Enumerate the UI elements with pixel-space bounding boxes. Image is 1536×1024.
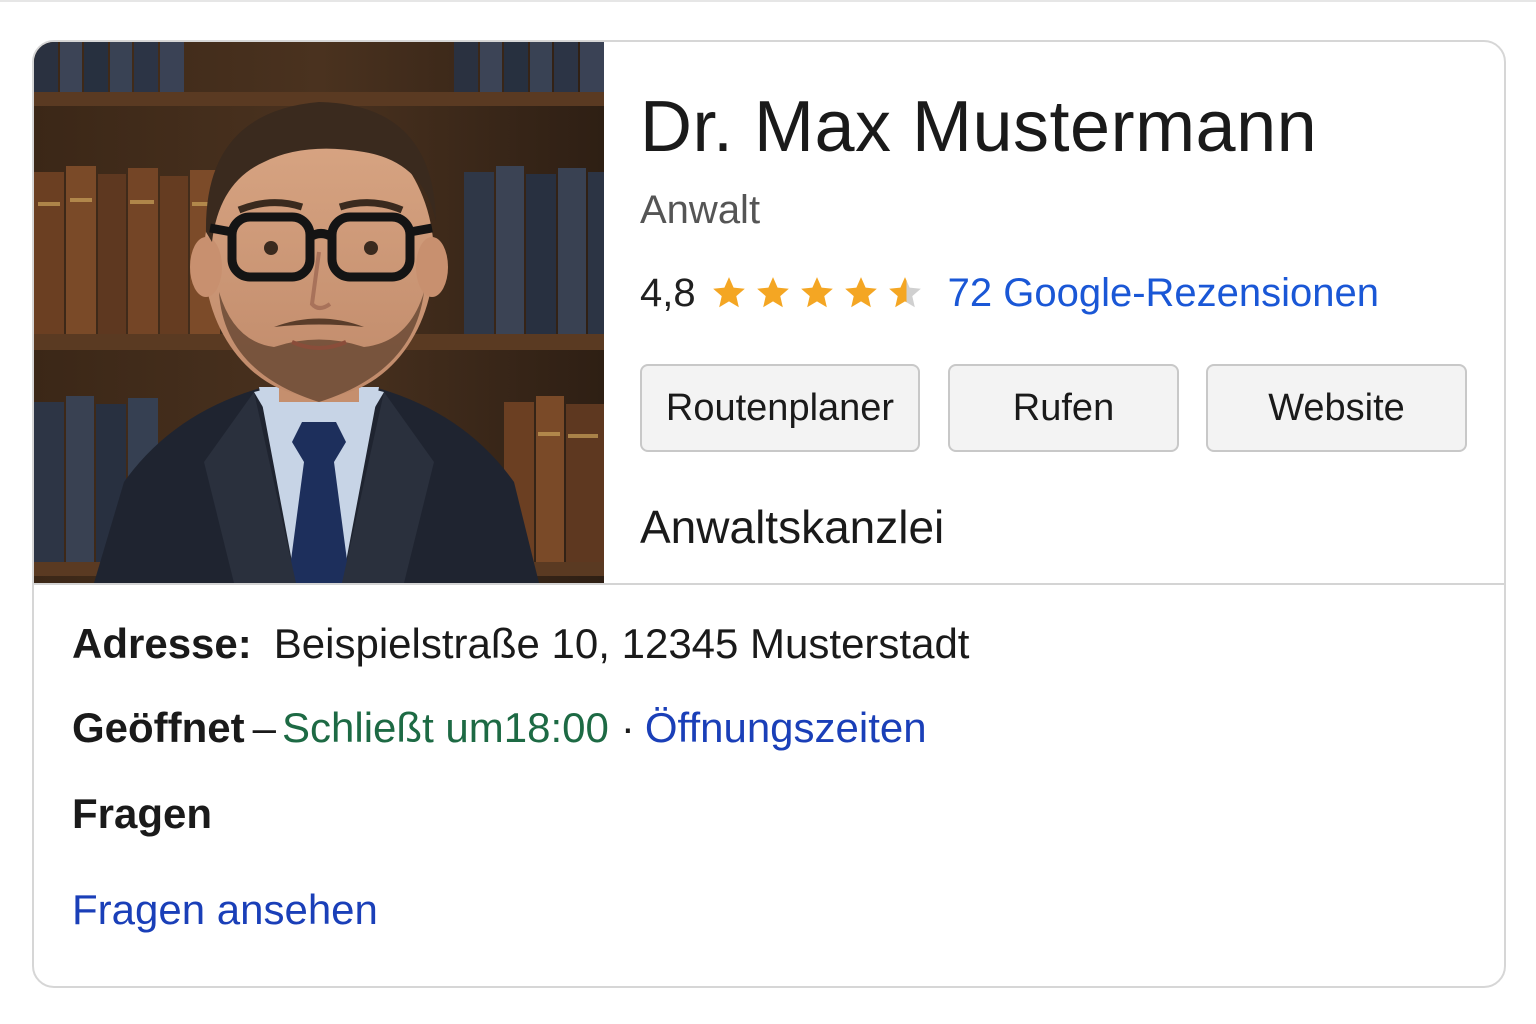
route-planner-button[interactable]: Routenplaner: [640, 364, 920, 452]
hours-dot: ·: [620, 704, 635, 751]
rating-value: 4,8: [640, 270, 696, 315]
profile-photo[interactable]: [34, 42, 604, 583]
firm-type: Anwaltskanzlei: [640, 501, 945, 553]
hours-separator: –: [252, 704, 277, 751]
reviews-link[interactable]: 72 Google-Rezensionen: [948, 271, 1379, 316]
address-value[interactable]: Beispielstraße 10, 12345 Musterstadt: [274, 620, 970, 667]
profile-name: Dr. Max Mustermann: [640, 87, 1318, 167]
address-label: Adresse:: [72, 620, 252, 667]
questions-heading-row: Fragen: [72, 790, 212, 838]
star-half-icon: [888, 277, 921, 308]
profile-category: Anwalt: [640, 188, 761, 232]
section-divider: [34, 583, 1504, 585]
rating-stars: [710, 274, 930, 312]
star-icon: [756, 277, 789, 308]
star-icon: [712, 277, 745, 308]
star-icon: [800, 277, 833, 308]
rating-row: 4,8 72 Google-Rezensionen: [640, 268, 1379, 318]
star-icon: [844, 277, 877, 308]
hours-status: Geöffnet: [72, 704, 245, 751]
opening-hours-link[interactable]: Öffnungszeiten: [645, 704, 927, 751]
questions-heading: Fragen: [72, 790, 213, 837]
view-questions-link[interactable]: Fragen ansehen: [72, 886, 378, 933]
hours-closes: Schließt um18:00: [282, 704, 609, 751]
address-row: Adresse: Beispielstraße 10, 12345 Musters…: [72, 620, 969, 668]
hours-row: Geöffnet – Schließt um18:00 · Öffnungszeiten: [72, 704, 927, 752]
top-border: [0, 0, 1536, 2]
call-button[interactable]: Rufen: [948, 364, 1179, 452]
knowledge-panel-card: Dr. Max Mustermann Anwalt 4,8 72 Google-…: [32, 40, 1506, 988]
website-button[interactable]: Website: [1206, 364, 1467, 452]
questions-link-row: Fragen ansehen: [72, 886, 378, 934]
